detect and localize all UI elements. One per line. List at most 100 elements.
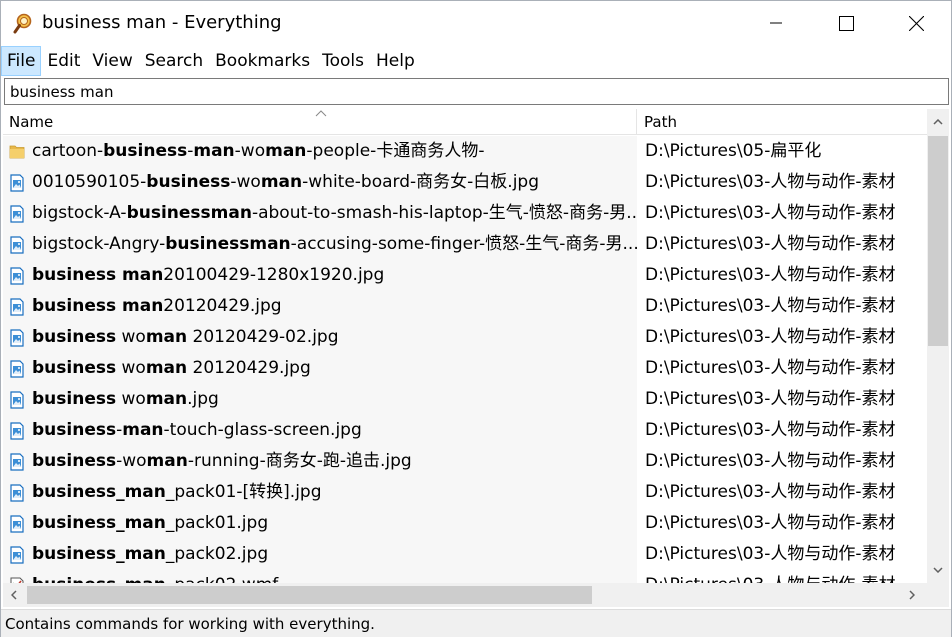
match-highlight: business: [32, 327, 117, 347]
title-bar[interactable]: business man - Everything: [1, 1, 951, 45]
result-row[interactable]: business_man_pack02.jpg D:\Pictures\03-人物…: [3, 539, 927, 570]
result-name-cell[interactable]: business_man_pack02.wmf: [3, 570, 637, 583]
image-file-icon: [10, 267, 24, 285]
vertical-scrollbar[interactable]: [927, 109, 949, 583]
result-row[interactable]: business-woman-running-商务女-跑-追击.jpg D:\Pi…: [3, 446, 927, 477]
match-highlight: business_man: [32, 513, 166, 533]
result-name-cell[interactable]: business-man-touch-glass-screen.jpg: [3, 415, 637, 446]
result-row[interactable]: business_man_pack02.wmf D:\Pictures\03-人物…: [3, 570, 927, 583]
result-name-cell[interactable]: 0010590105-business-woman-white-board-商务…: [3, 167, 637, 198]
image-file-icon: [10, 453, 24, 471]
result-row[interactable]: cartoon-business-man-woman-people-卡通商务人物…: [3, 136, 927, 167]
name-segment: bigstock-A-: [32, 203, 127, 223]
result-path-cell[interactable]: D:\Pictures\03-人物与动作-素材: [638, 322, 927, 353]
match-highlight: business: [32, 389, 117, 409]
result-name-cell[interactable]: business_man_pack01.jpg: [3, 508, 637, 539]
scroll-right-button[interactable]: [901, 583, 923, 607]
result-path-cell[interactable]: D:\Pictures\03-人物与动作-素材: [638, 167, 927, 198]
name-segment: .jpg: [187, 389, 219, 409]
result-name-cell[interactable]: business_man_pack02.jpg: [3, 539, 637, 570]
result-path-cell[interactable]: D:\Pictures\03-人物与动作-素材: [638, 508, 927, 539]
menu-help[interactable]: Help: [370, 46, 421, 76]
result-path-cell[interactable]: D:\Pictures\05-扁平化: [638, 136, 927, 167]
scroll-up-button[interactable]: [927, 109, 949, 135]
menu-search[interactable]: Search: [139, 46, 209, 76]
image-file-icon: [10, 236, 24, 254]
result-row[interactable]: business woman 20120429-02.jpg D:\Picture…: [3, 322, 927, 353]
result-path-cell[interactable]: D:\Pictures\03-人物与动作-素材: [638, 539, 927, 570]
file-name: 0010590105-business-woman-white-board-商务…: [32, 167, 539, 198]
result-row[interactable]: business woman 20120429.jpg D:\Pictures\0…: [3, 353, 927, 384]
result-row[interactable]: bigstock-A-businessman-about-to-smash-hi…: [3, 198, 927, 229]
result-name-cell[interactable]: business man20100429-1280x1920.jpg: [3, 260, 637, 291]
result-name-cell[interactable]: business man20120429.jpg: [3, 291, 637, 322]
match-highlight: business_man: [32, 575, 166, 583]
file-name: business_man_pack02.wmf: [32, 570, 278, 583]
result-path-cell[interactable]: D:\Pictures\03-人物与动作-素材: [638, 291, 927, 322]
result-name-cell[interactable]: business woman 20120429.jpg: [3, 353, 637, 384]
menu-edit[interactable]: Edit: [41, 46, 86, 76]
chevron-up-icon: [933, 119, 943, 125]
match-highlight: man: [122, 420, 164, 440]
result-row[interactable]: business man20100429-1280x1920.jpg D:\Pic…: [3, 260, 927, 291]
scroll-left-button[interactable]: [3, 583, 25, 607]
result-path-cell[interactable]: D:\Pictures\03-人物与动作-素材: [638, 570, 927, 583]
sort-ascending-icon: [315, 110, 327, 117]
result-row[interactable]: business-man-touch-glass-screen.jpg D:\Pi…: [3, 415, 927, 446]
name-segment: -wo: [234, 141, 266, 161]
menu-file[interactable]: File: [1, 46, 42, 76]
result-name-cell[interactable]: business_man_pack01-[转换].jpg: [3, 477, 637, 508]
name-segment: -accusing-some-finger-愤怒-生气-商务-男...: [290, 234, 637, 254]
result-path-cell[interactable]: D:\Pictures\03-人物与动作-素材: [638, 353, 927, 384]
search-field[interactable]: [4, 78, 949, 105]
chevron-right-icon: [909, 590, 915, 600]
result-path-cell[interactable]: D:\Pictures\03-人物与动作-素材: [638, 415, 927, 446]
menu-bar: File Edit View Search Bookmarks Tools He…: [1, 46, 951, 76]
search-input[interactable]: [5, 79, 948, 104]
result-path-cell[interactable]: D:\Pictures\03-人物与动作-素材: [638, 384, 927, 415]
result-name-cell[interactable]: business-woman-running-商务女-跑-追击.jpg: [3, 446, 637, 477]
folder-icon: [9, 145, 25, 159]
result-name-cell[interactable]: business woman.jpg: [3, 384, 637, 415]
column-header-row: Name Path: [3, 109, 927, 135]
vertical-scroll-thumb[interactable]: [928, 136, 948, 346]
match-highlight: man: [146, 451, 188, 471]
close-button[interactable]: [881, 1, 951, 45]
result-row[interactable]: business_man_pack01-[转换].jpg D:\Pictures\…: [3, 477, 927, 508]
window-title: business man - Everything: [42, 12, 282, 33]
image-file-icon: [10, 484, 24, 502]
result-row[interactable]: business man20120429.jpg D:\Pictures\03-人…: [3, 291, 927, 322]
result-path-cell[interactable]: D:\Pictures\03-人物与动作-素材: [638, 446, 927, 477]
maximize-button[interactable]: [811, 1, 881, 45]
name-segment: bigstock-Angry-: [32, 234, 166, 254]
result-name-cell[interactable]: cartoon-business-man-woman-people-卡通商务人物…: [3, 136, 637, 167]
result-path-cell[interactable]: D:\Pictures\03-人物与动作-素材: [638, 198, 927, 229]
result-path-cell[interactable]: D:\Pictures\03-人物与动作-素材: [638, 229, 927, 260]
minimize-button[interactable]: [741, 1, 811, 45]
maximize-icon: [838, 15, 854, 31]
result-name-cell[interactable]: business woman 20120429-02.jpg: [3, 322, 637, 353]
match-highlight: business: [146, 172, 231, 192]
column-header-path[interactable]: Path: [638, 109, 927, 135]
name-segment: -white-board-商务女-白板.jpg: [302, 172, 540, 192]
result-row[interactable]: business_man_pack01.jpg D:\Pictures\03-人物…: [3, 508, 927, 539]
result-name-cell[interactable]: bigstock-A-businessman-about-to-smash-hi…: [3, 198, 637, 229]
scroll-down-button[interactable]: [927, 557, 949, 583]
minimize-icon: [770, 22, 782, 24]
result-row[interactable]: 0010590105-business-woman-white-board-商务…: [3, 167, 927, 198]
result-name-cell[interactable]: bigstock-Angry-businessman-accusing-some…: [3, 229, 637, 260]
match-highlight: man: [260, 172, 303, 192]
menu-tools[interactable]: Tools: [316, 46, 370, 76]
match-highlight: business: [32, 358, 117, 378]
result-row[interactable]: business woman.jpg D:\Pictures\03-人物与动作-素…: [3, 384, 927, 415]
horizontal-scroll-thumb[interactable]: [27, 586, 592, 604]
result-path-cell[interactable]: D:\Pictures\03-人物与动作-素材: [638, 260, 927, 291]
result-path-cell[interactable]: D:\Pictures\03-人物与动作-素材: [638, 477, 927, 508]
menu-bookmarks[interactable]: Bookmarks: [209, 46, 316, 76]
result-row[interactable]: bigstock-Angry-businessman-accusing-some…: [3, 229, 927, 260]
horizontal-scrollbar[interactable]: [3, 583, 949, 607]
menu-view[interactable]: View: [86, 46, 138, 76]
name-segment: -about-to-smash-his-laptop-生气-愤怒-商务-男...: [251, 203, 637, 223]
image-file-icon: [10, 360, 24, 378]
name-segment: -wo: [116, 451, 147, 471]
